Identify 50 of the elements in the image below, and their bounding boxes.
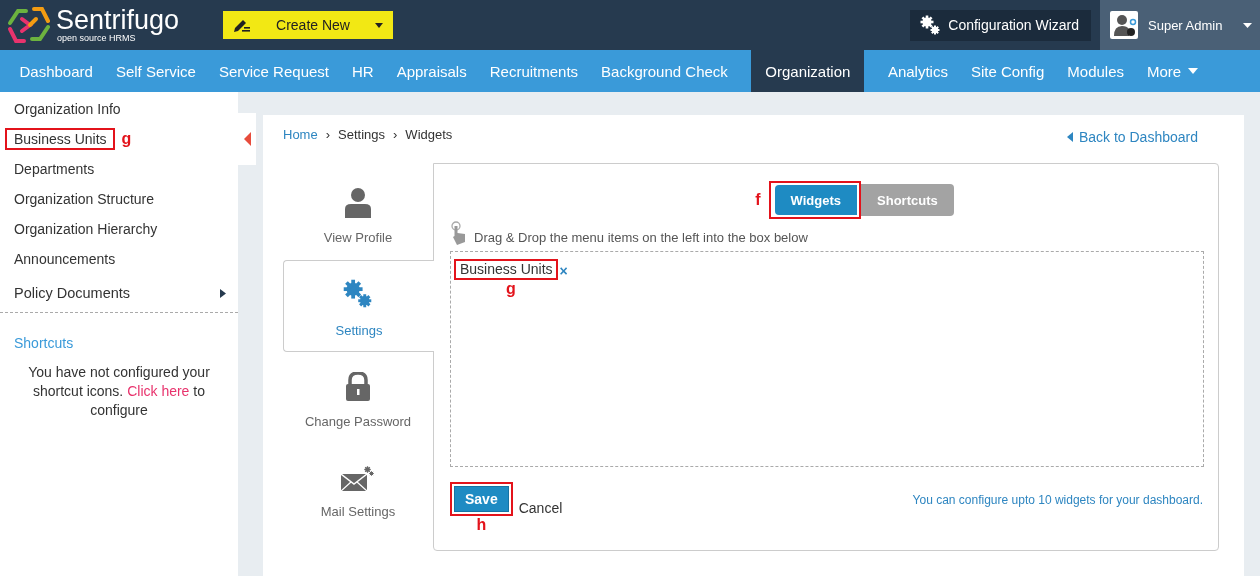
widget-limit-note: You can configure upto 10 widgets for your dashboard. xyxy=(912,493,1203,507)
sidebar-item[interactable]: Policy Documents xyxy=(14,285,220,301)
nav-item[interactable]: Background Check xyxy=(589,50,740,92)
nav-item[interactable]: Dashboard xyxy=(8,50,105,92)
nav-item[interactable]: Appraisals xyxy=(385,50,479,92)
configuration-wizard-button[interactable]: Configuration Wizard xyxy=(910,9,1091,41)
shortcuts-heading: Shortcuts xyxy=(13,335,75,351)
nav-item[interactable]: More xyxy=(1135,50,1210,92)
annotation-letter: f xyxy=(755,191,761,209)
back-to-dashboard-link[interactable]: Back to Dashboard xyxy=(1078,129,1198,145)
annotation-letter: g xyxy=(506,280,516,298)
drop-zone[interactable]: Business Units × g xyxy=(450,251,1204,467)
nav-item[interactable]: Recruitments xyxy=(478,50,590,92)
toggle-button[interactable]: Widgets xyxy=(774,185,858,215)
nav-item[interactable]: Service Request xyxy=(207,50,341,92)
nav-item[interactable]: Analytics xyxy=(876,50,960,92)
create-new-button[interactable]: Create New xyxy=(223,11,393,39)
user-name[interactable]: Super Admin xyxy=(1148,17,1233,33)
sidebar-item[interactable]: Organization Info xyxy=(14,101,121,117)
cancel-link[interactable]: Cancel xyxy=(518,500,563,516)
breadcrumb-separator: › xyxy=(393,127,398,142)
sidebar-item[interactable]: Business Units xyxy=(14,131,107,147)
settings-tab[interactable]: View Profile xyxy=(283,168,433,260)
settings-tab[interactable]: Settings xyxy=(283,260,434,352)
breadcrumb-link[interactable]: Home xyxy=(283,127,318,142)
brand-name: Sentrifugo xyxy=(56,7,180,33)
settings-tab[interactable]: Change Password xyxy=(283,352,433,444)
settings-tab[interactable]: Mail Settings xyxy=(283,444,433,536)
nav-item[interactable]: Site Config xyxy=(959,50,1056,92)
toggle-button[interactable]: Shortcuts xyxy=(861,184,954,216)
nav-item[interactable]: Modules xyxy=(1055,50,1136,92)
sidebar-item[interactable]: Departments xyxy=(14,161,95,177)
save-button[interactable]: Save xyxy=(454,486,509,512)
sidebar-item[interactable]: Announcements xyxy=(14,251,116,267)
nav-item[interactable]: Organization xyxy=(751,50,865,92)
drag-drop-hint: Drag & Drop the menu items on the left into the box below xyxy=(474,230,808,245)
shortcuts-message: You have not configured your shortcut icons. Click here to configure xyxy=(27,363,211,420)
remove-icon[interactable]: × xyxy=(559,262,568,279)
nav-item[interactable]: Self Service xyxy=(104,50,208,92)
sidebar-item[interactable]: Organization Hierarchy xyxy=(14,221,158,237)
brand-tagline: open source HRMS xyxy=(57,33,136,43)
click-here-link[interactable]: Click here xyxy=(127,383,190,399)
nav-item[interactable]: HR xyxy=(340,50,386,92)
annotation-letter: g xyxy=(121,130,132,148)
annotation-letter: h xyxy=(476,516,487,534)
breadcrumb-separator: › xyxy=(325,127,331,142)
breadcrumb-item: Settings xyxy=(338,127,385,142)
breadcrumb-item: Widgets xyxy=(405,127,453,142)
widget-chip[interactable]: Business Units xyxy=(460,261,553,277)
sidebar-item[interactable]: Organization Structure xyxy=(14,191,155,207)
